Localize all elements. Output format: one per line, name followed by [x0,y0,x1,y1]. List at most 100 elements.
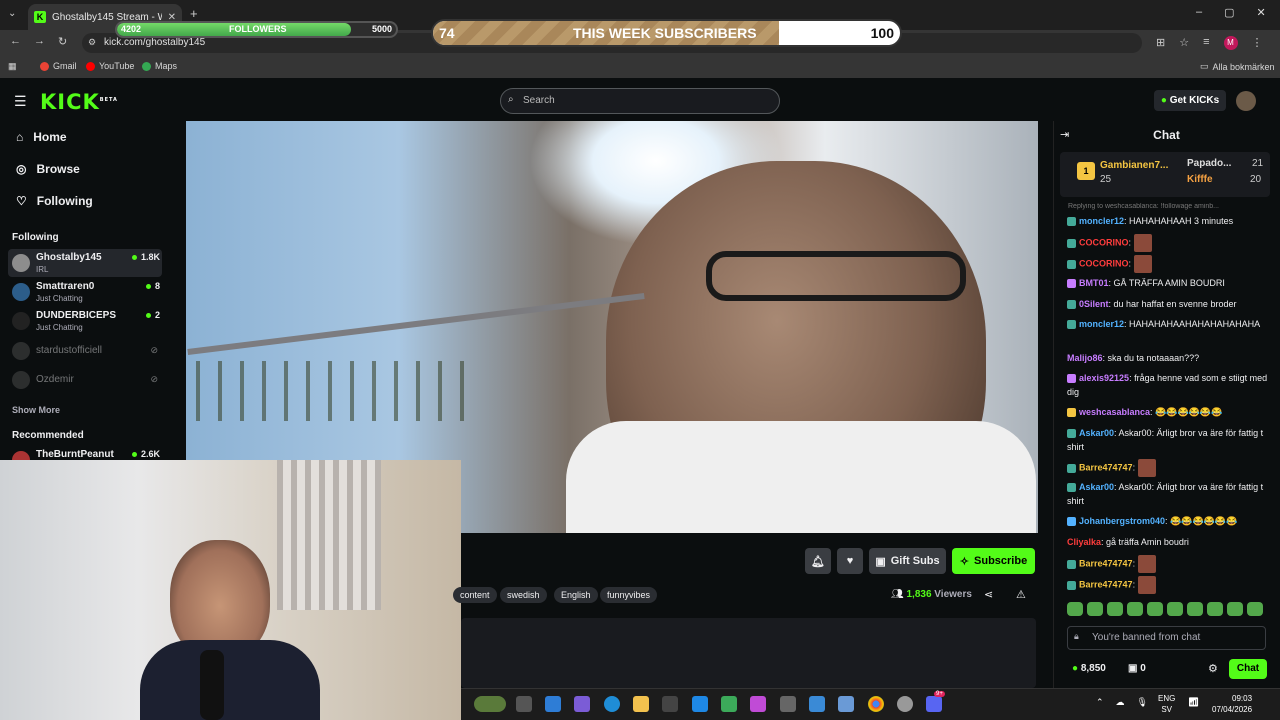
back-icon[interactable]: ← [10,35,21,47]
tab-list-icon[interactable]: ⌄ [8,8,16,19]
bookmark-gmail[interactable]: Gmail [40,61,77,71]
kicks-balance[interactable]: ● 8,850 [1072,663,1106,674]
chat-username[interactable]: COCORINO [1079,258,1129,268]
emote-icon[interactable] [1067,602,1083,616]
follow-heart-button[interactable]: ♥ [837,548,863,574]
bookmark-youtube[interactable]: YouTube [86,61,134,71]
emote-icon[interactable] [1227,602,1243,616]
emote-bar[interactable] [1067,602,1272,620]
taskbar-app-icon[interactable] [604,696,620,712]
taskbar-app-icon[interactable] [516,696,532,712]
taskbar-app-icon[interactable] [780,696,796,712]
emote-icon[interactable] [1167,602,1183,616]
taskbar-app-icon[interactable] [633,696,649,712]
chat-username[interactable]: Malijo86 [1067,353,1103,363]
chat-username[interactable]: Johanbergstrom040 [1079,516,1165,526]
chat-username[interactable]: alexis92125 [1079,373,1129,383]
nav-home[interactable]: ⌂ Home [16,130,67,144]
reading-list-icon[interactable]: ≡ [1203,36,1209,50]
kick-logo[interactable]: KICKBETA [40,90,118,114]
search-input[interactable]: Search [500,88,780,114]
followed-channel-offline[interactable]: stardustofficiell ⊘ [8,337,162,365]
new-tab-button[interactable]: + [190,6,198,21]
tray-chevron-icon[interactable]: ⌃ [1096,697,1104,708]
user-avatar[interactable] [1236,91,1256,111]
show-more-link[interactable]: Show More [12,405,60,415]
stream-tag[interactable]: content [453,587,497,603]
star-icon: ✧ [959,555,970,568]
chat-username[interactable]: weshcasablanca [1079,407,1150,417]
bookmark-star-icon[interactable]: ☆ [1179,36,1189,50]
translate-icon[interactable]: ⊞ [1156,36,1165,50]
followed-channel-offline[interactable]: Ozdemir ⊘ [8,366,162,394]
followed-channel[interactable]: Smattraren0 Just Chatting 8 [8,278,162,306]
taskbar-app-icon[interactable] [662,696,678,712]
chat-username[interactable]: Barre474747 [1079,579,1133,589]
emote-icon[interactable] [1147,602,1163,616]
taskbar-app-icon[interactable] [838,696,854,712]
channel-points[interactable]: ▣ 0 [1128,663,1146,674]
emote-icon[interactable] [1087,602,1103,616]
chat-settings-icon[interactable]: ⚙ [1208,662,1218,675]
chat-username[interactable]: moncler12 [1079,216,1124,226]
taskbar-app-icon[interactable] [474,696,506,712]
emote-icon[interactable] [1107,602,1123,616]
chat-username[interactable]: Cliyalka [1067,537,1101,547]
maximize-icon[interactable]: ▢ [1224,6,1234,19]
bookmark-maps[interactable]: Maps [142,61,177,71]
stream-tag[interactable]: English [554,587,598,603]
reload-icon[interactable]: ↻ [58,35,67,48]
discord-taskbar-icon[interactable] [926,696,942,712]
chat-username[interactable]: Barre474747 [1079,558,1133,568]
taskbar-app-icon[interactable] [897,696,913,712]
taskbar-app-icon[interactable] [721,696,737,712]
emote-icon[interactable] [1247,602,1263,616]
taskbar-app-icon[interactable] [692,696,708,712]
followed-channel[interactable]: DUNDERBICEPS Just Chatting 2 [8,307,162,335]
emote-icon[interactable] [1207,602,1223,616]
apps-icon[interactable]: ▦ [8,61,17,72]
minimize-icon[interactable]: – [1196,6,1202,19]
subscribe-button[interactable]: ✧ Subscribe [952,548,1035,574]
chat-username[interactable]: moncler12 [1079,319,1124,329]
chat-emote-icon [1133,255,1152,273]
taskbar-clock[interactable]: 09:03 07/04/2026 [1212,693,1252,715]
chat-username[interactable]: BMT01 [1079,278,1109,288]
close-window-icon[interactable]: ✕ [1257,6,1266,19]
all-bookmarks[interactable]: ▭ Alla bokmärken [1200,61,1275,72]
nav-browse[interactable]: ◎ Browse [16,162,80,176]
chrome-taskbar-icon[interactable] [868,696,884,712]
nav-following[interactable]: ♡ Following [16,194,93,208]
language-indicator[interactable]: ENG SV [1158,693,1175,715]
tray-status-icons[interactable]: 📶︎ [1188,697,1199,708]
followed-channel[interactable]: Ghostalby145 IRL 1.8K [8,249,162,277]
report-warning-icon[interactable]: ⚠ [1016,588,1026,601]
get-kicks-button[interactable]: ● Get KICKs [1154,90,1226,111]
chat-input-banned[interactable]: You're banned from chat [1067,626,1266,650]
stream-tag[interactable]: swedish [500,587,547,603]
emote-icon[interactable] [1187,602,1203,616]
tray-mic-icon[interactable]: 🎙︎ [1137,697,1148,708]
notification-bell-button[interactable]: 🔔︎ [805,548,831,574]
chat-username[interactable]: Askar00 [1079,482,1114,492]
taskbar-app-icon[interactable] [750,696,766,712]
site-info-icon[interactable]: ⚙ [88,37,96,48]
more-menu-icon[interactable]: ⋮ [1252,36,1263,50]
chat-username[interactable]: Barre474747 [1079,462,1133,472]
tray-cloud-icon[interactable]: ☁ [1116,697,1125,708]
chat-username[interactable]: 0Silent [1079,299,1109,309]
leader-count: 20 [1250,174,1262,185]
taskbar-app-icon[interactable] [809,696,825,712]
stream-tag[interactable]: funnyvibes [600,587,658,603]
chat-send-button[interactable]: Chat [1229,659,1267,679]
chat-username[interactable]: COCORINO [1079,237,1129,247]
menu-icon[interactable]: ☰ [14,93,27,110]
gift-subs-button[interactable]: ▣ Gift Subs [869,548,946,574]
share-icon[interactable]: ⋖ [984,588,993,601]
emote-icon[interactable] [1127,602,1143,616]
chat-username[interactable]: Askar00 [1079,428,1114,438]
taskbar-app-icon[interactable] [574,696,590,712]
forward-icon[interactable]: → [34,35,45,47]
taskbar-app-icon[interactable] [545,696,561,712]
profile-avatar[interactable]: M [1223,36,1238,50]
